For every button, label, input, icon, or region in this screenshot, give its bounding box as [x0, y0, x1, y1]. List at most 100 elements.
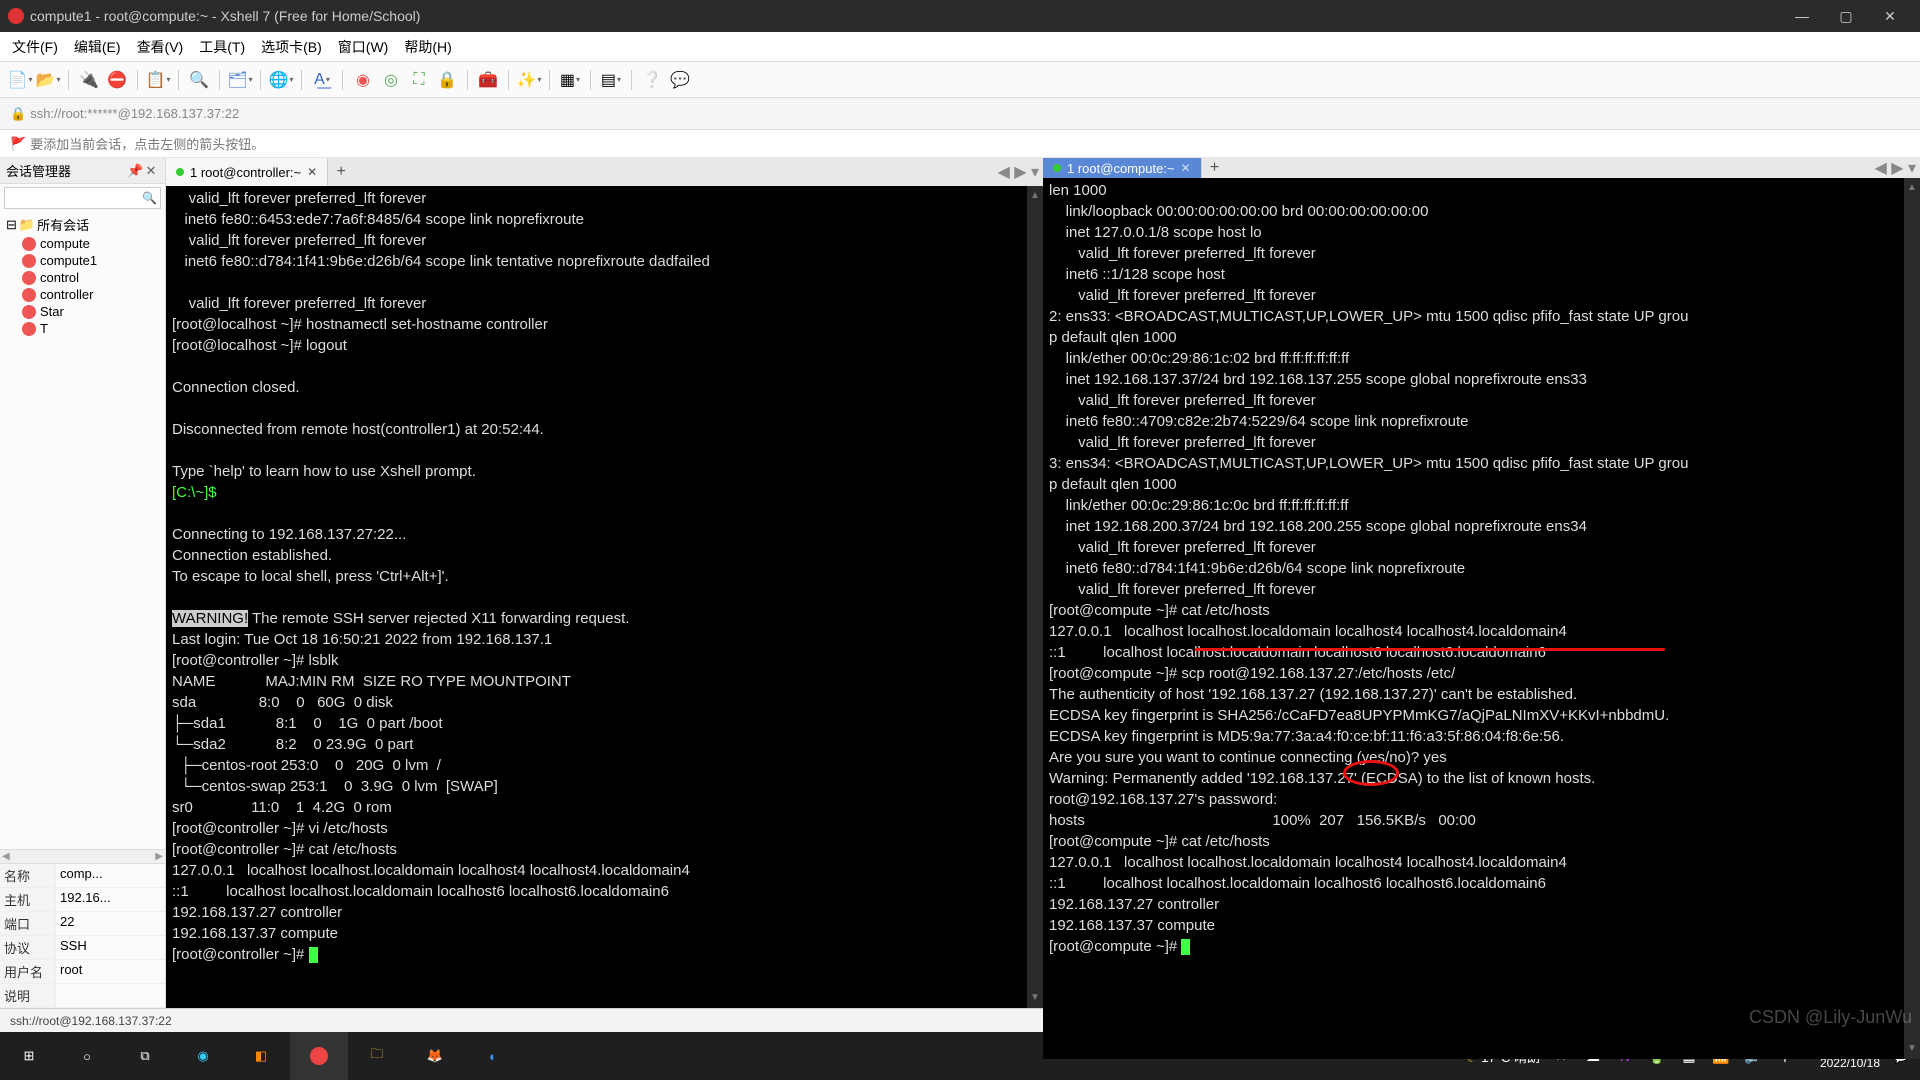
tree-item-controller[interactable]: controller: [4, 286, 161, 303]
close-button[interactable]: ✕: [1868, 0, 1912, 32]
tab-add-right[interactable]: +: [1202, 158, 1228, 178]
tab-add-left[interactable]: +: [328, 158, 354, 186]
sessions-button[interactable]: 🗂: [228, 68, 252, 92]
session-icon: [22, 254, 36, 268]
tree-item-compute[interactable]: compute: [4, 235, 161, 252]
tree-item-compute1[interactable]: compute1: [4, 252, 161, 269]
search-icon: 🔍: [142, 191, 157, 205]
tabstrip-right: 1 root@compute:~ ✕ + ◀ ▶ ▾: [1043, 158, 1920, 178]
panel-close-icon[interactable]: ✕: [143, 163, 159, 179]
address-bar[interactable]: 🔒 ssh://root:******@192.168.137.37:22: [0, 98, 1920, 130]
highlight-button[interactable]: ✨: [517, 68, 541, 92]
firefox-icon[interactable]: 🦊: [406, 1032, 464, 1080]
terminal-left-scrollbar[interactable]: ▲▼: [1027, 186, 1043, 1008]
menu-help[interactable]: 帮助(H): [398, 35, 457, 59]
prop-proto-v: SSH: [56, 936, 165, 959]
prop-desc-k: 说明: [0, 984, 56, 1007]
fullscreen-button[interactable]: ⛶: [407, 68, 431, 92]
tree-item-star[interactable]: Star: [4, 303, 161, 320]
search-button[interactable]: ○: [58, 1032, 116, 1080]
tree-item-control[interactable]: control: [4, 269, 161, 286]
prop-host-k: 主机: [0, 888, 56, 911]
tree-hscroll[interactable]: ◀▶: [0, 849, 165, 863]
maximize-button[interactable]: ▢: [1824, 0, 1868, 32]
address-text: ssh://root:******@192.168.137.37:22: [30, 106, 239, 121]
terminal-left[interactable]: valid_lft forever preferred_lft forever …: [166, 186, 1043, 1008]
session-manager-header: 会话管理器 📌 ✕: [0, 158, 165, 184]
cursor: [1181, 939, 1190, 955]
session-icon: [22, 322, 36, 336]
terminal-right[interactable]: len 1000 link/loopback 00:00:00:00:00:00…: [1043, 178, 1920, 1059]
layout-button[interactable]: ▦: [558, 68, 582, 92]
status-dot-icon: [176, 168, 184, 176]
xftp-button[interactable]: ◎: [379, 68, 403, 92]
tab-label: 1 root@compute:~: [1067, 161, 1175, 176]
tree-root-all[interactable]: ⊟📁所有会话: [4, 214, 161, 235]
tree-item-t[interactable]: T: [4, 320, 161, 337]
app-icon[interactable]: ◐: [464, 1032, 522, 1080]
window-titlebar: compute1 - root@compute:~ - Xshell 7 (Fr…: [0, 0, 1920, 32]
session-icon: [22, 271, 36, 285]
start-button[interactable]: ⊞: [0, 1032, 58, 1080]
window-title: compute1 - root@compute:~ - Xshell 7 (Fr…: [30, 8, 420, 24]
taskview-button[interactable]: ⧉: [116, 1032, 174, 1080]
session-properties: 名称comp... 主机192.16... 端口22 协议SSH 用户名root…: [0, 863, 165, 1008]
prop-user-k: 用户名: [0, 960, 56, 983]
xagent-button[interactable]: ◉: [351, 68, 375, 92]
prop-proto-k: 协议: [0, 936, 56, 959]
tile-button[interactable]: ▤: [599, 68, 623, 92]
lock-button[interactable]: 🔒: [435, 68, 459, 92]
help-button[interactable]: ❔: [640, 68, 664, 92]
new-session-button[interactable]: 📄: [8, 68, 32, 92]
open-button[interactable]: 📂: [36, 68, 60, 92]
tab-nav-right[interactable]: ◀ ▶ ▾: [1870, 158, 1920, 178]
tab-label: 1 root@controller:~: [190, 165, 301, 180]
tab-controller[interactable]: 1 root@controller:~ ✕: [166, 158, 328, 186]
lock-icon: 🔒: [10, 106, 26, 122]
copy-button[interactable]: 📋: [146, 68, 170, 92]
tab-compute[interactable]: 1 root@compute:~ ✕: [1043, 158, 1202, 178]
font-button[interactable]: A͟: [310, 68, 334, 92]
menu-tab[interactable]: 选项卡(B): [255, 35, 328, 59]
app-icon: [8, 8, 24, 24]
disconnect-button[interactable]: ⛔: [105, 68, 129, 92]
menu-tool[interactable]: 工具(T): [193, 35, 251, 59]
explorer-icon[interactable]: 🗀: [348, 1032, 406, 1080]
session-icon: [22, 237, 36, 251]
prop-port-v: 22: [56, 912, 165, 935]
tab-close-icon[interactable]: ✕: [307, 165, 317, 179]
menu-file[interactable]: 文件(F): [6, 35, 64, 59]
session-search-input[interactable]: [4, 187, 161, 209]
edge-icon[interactable]: ◉: [174, 1032, 232, 1080]
tab-nav-left[interactable]: ◀ ▶ ▾: [993, 158, 1043, 186]
menu-edit[interactable]: 编辑(E): [68, 35, 127, 59]
toolbar: 📄 📂 🔌 ⛔ 📋 🔍 🗂 🌐 A͟ ◉ ◎ ⛶ 🔒 🧰 ✨ ▦ ▤ ❔ 💬: [0, 62, 1920, 98]
pin-icon[interactable]: 📌: [127, 163, 143, 179]
prop-desc-v: [56, 984, 165, 1007]
tab-close-icon[interactable]: ✕: [1181, 161, 1191, 175]
annotation-underline: [1195, 648, 1665, 651]
menu-view[interactable]: 查看(V): [131, 35, 190, 59]
vm-icon[interactable]: ◧: [232, 1032, 290, 1080]
xshell-icon[interactable]: [290, 1032, 348, 1080]
session-manager-title: 会话管理器: [6, 161, 127, 180]
prop-name-v: comp...: [56, 864, 165, 887]
search-button[interactable]: 🔍: [187, 68, 211, 92]
hint-text: 要添加当前会话，点击左侧的箭头按钮。: [30, 134, 264, 153]
folder-icon: 📁: [19, 217, 35, 233]
tabstrip-left: 1 root@controller:~ ✕ + ◀ ▶ ▾: [166, 158, 1043, 186]
terminal-right-scrollbar[interactable]: ▲▼: [1904, 178, 1920, 1059]
cursor: [309, 947, 318, 963]
status-conn: ssh://root@192.168.137.37:22: [10, 1014, 172, 1028]
status-dot-icon: [1053, 164, 1061, 172]
prop-user-v: root: [56, 960, 165, 983]
menu-window[interactable]: 窗口(W): [332, 35, 395, 59]
tools-button[interactable]: 🧰: [476, 68, 500, 92]
minimize-button[interactable]: —: [1780, 0, 1824, 32]
menubar: 文件(F) 编辑(E) 查看(V) 工具(T) 选项卡(B) 窗口(W) 帮助(…: [0, 32, 1920, 62]
session-icon: [22, 288, 36, 302]
globe-button[interactable]: 🌐: [269, 68, 293, 92]
prop-port-k: 端口: [0, 912, 56, 935]
chat-button[interactable]: 💬: [668, 68, 692, 92]
reconnect-button[interactable]: 🔌: [77, 68, 101, 92]
